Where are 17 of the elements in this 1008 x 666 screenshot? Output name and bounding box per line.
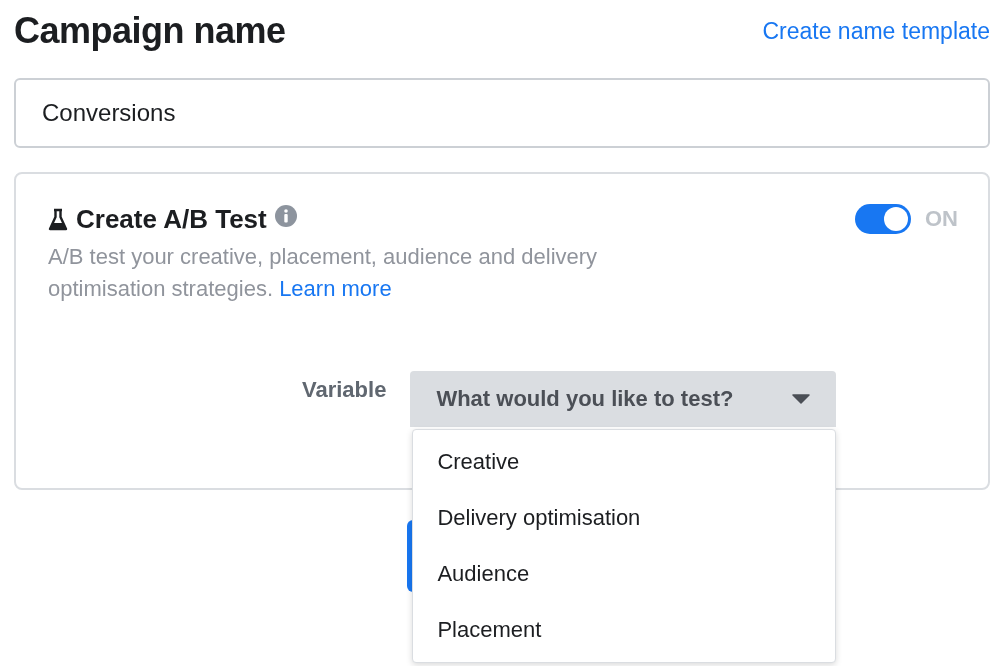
menu-item[interactable]: Audience <box>413 546 836 602</box>
menu-item[interactable]: Delivery optimisation <box>413 490 836 546</box>
info-icon[interactable] <box>274 204 297 227</box>
page-title: Campaign name <box>14 10 286 52</box>
toggle-label: ON <box>925 206 958 232</box>
caret-icon <box>792 394 811 404</box>
campaign-name-field[interactable]: Conversions <box>14 78 990 148</box>
description-text: A/B test your creative, placement, audience and delivery optimisation strategies. Learn more <box>48 243 599 303</box>
toggle-switch[interactable] <box>855 204 911 234</box>
menu-item[interactable]: Creative <box>413 434 836 490</box>
variable-dropdown[interactable]: What would you like to test? <box>410 371 837 427</box>
learn-more-link[interactable]: Learn more <box>279 276 392 301</box>
menu-item[interactable]: Placement <box>413 602 836 658</box>
flask-icon <box>48 207 68 232</box>
variable-label: Variable <box>302 377 387 403</box>
create-template-link[interactable]: Create name template <box>762 17 990 45</box>
card-title: Create A/B Test <box>76 204 267 235</box>
